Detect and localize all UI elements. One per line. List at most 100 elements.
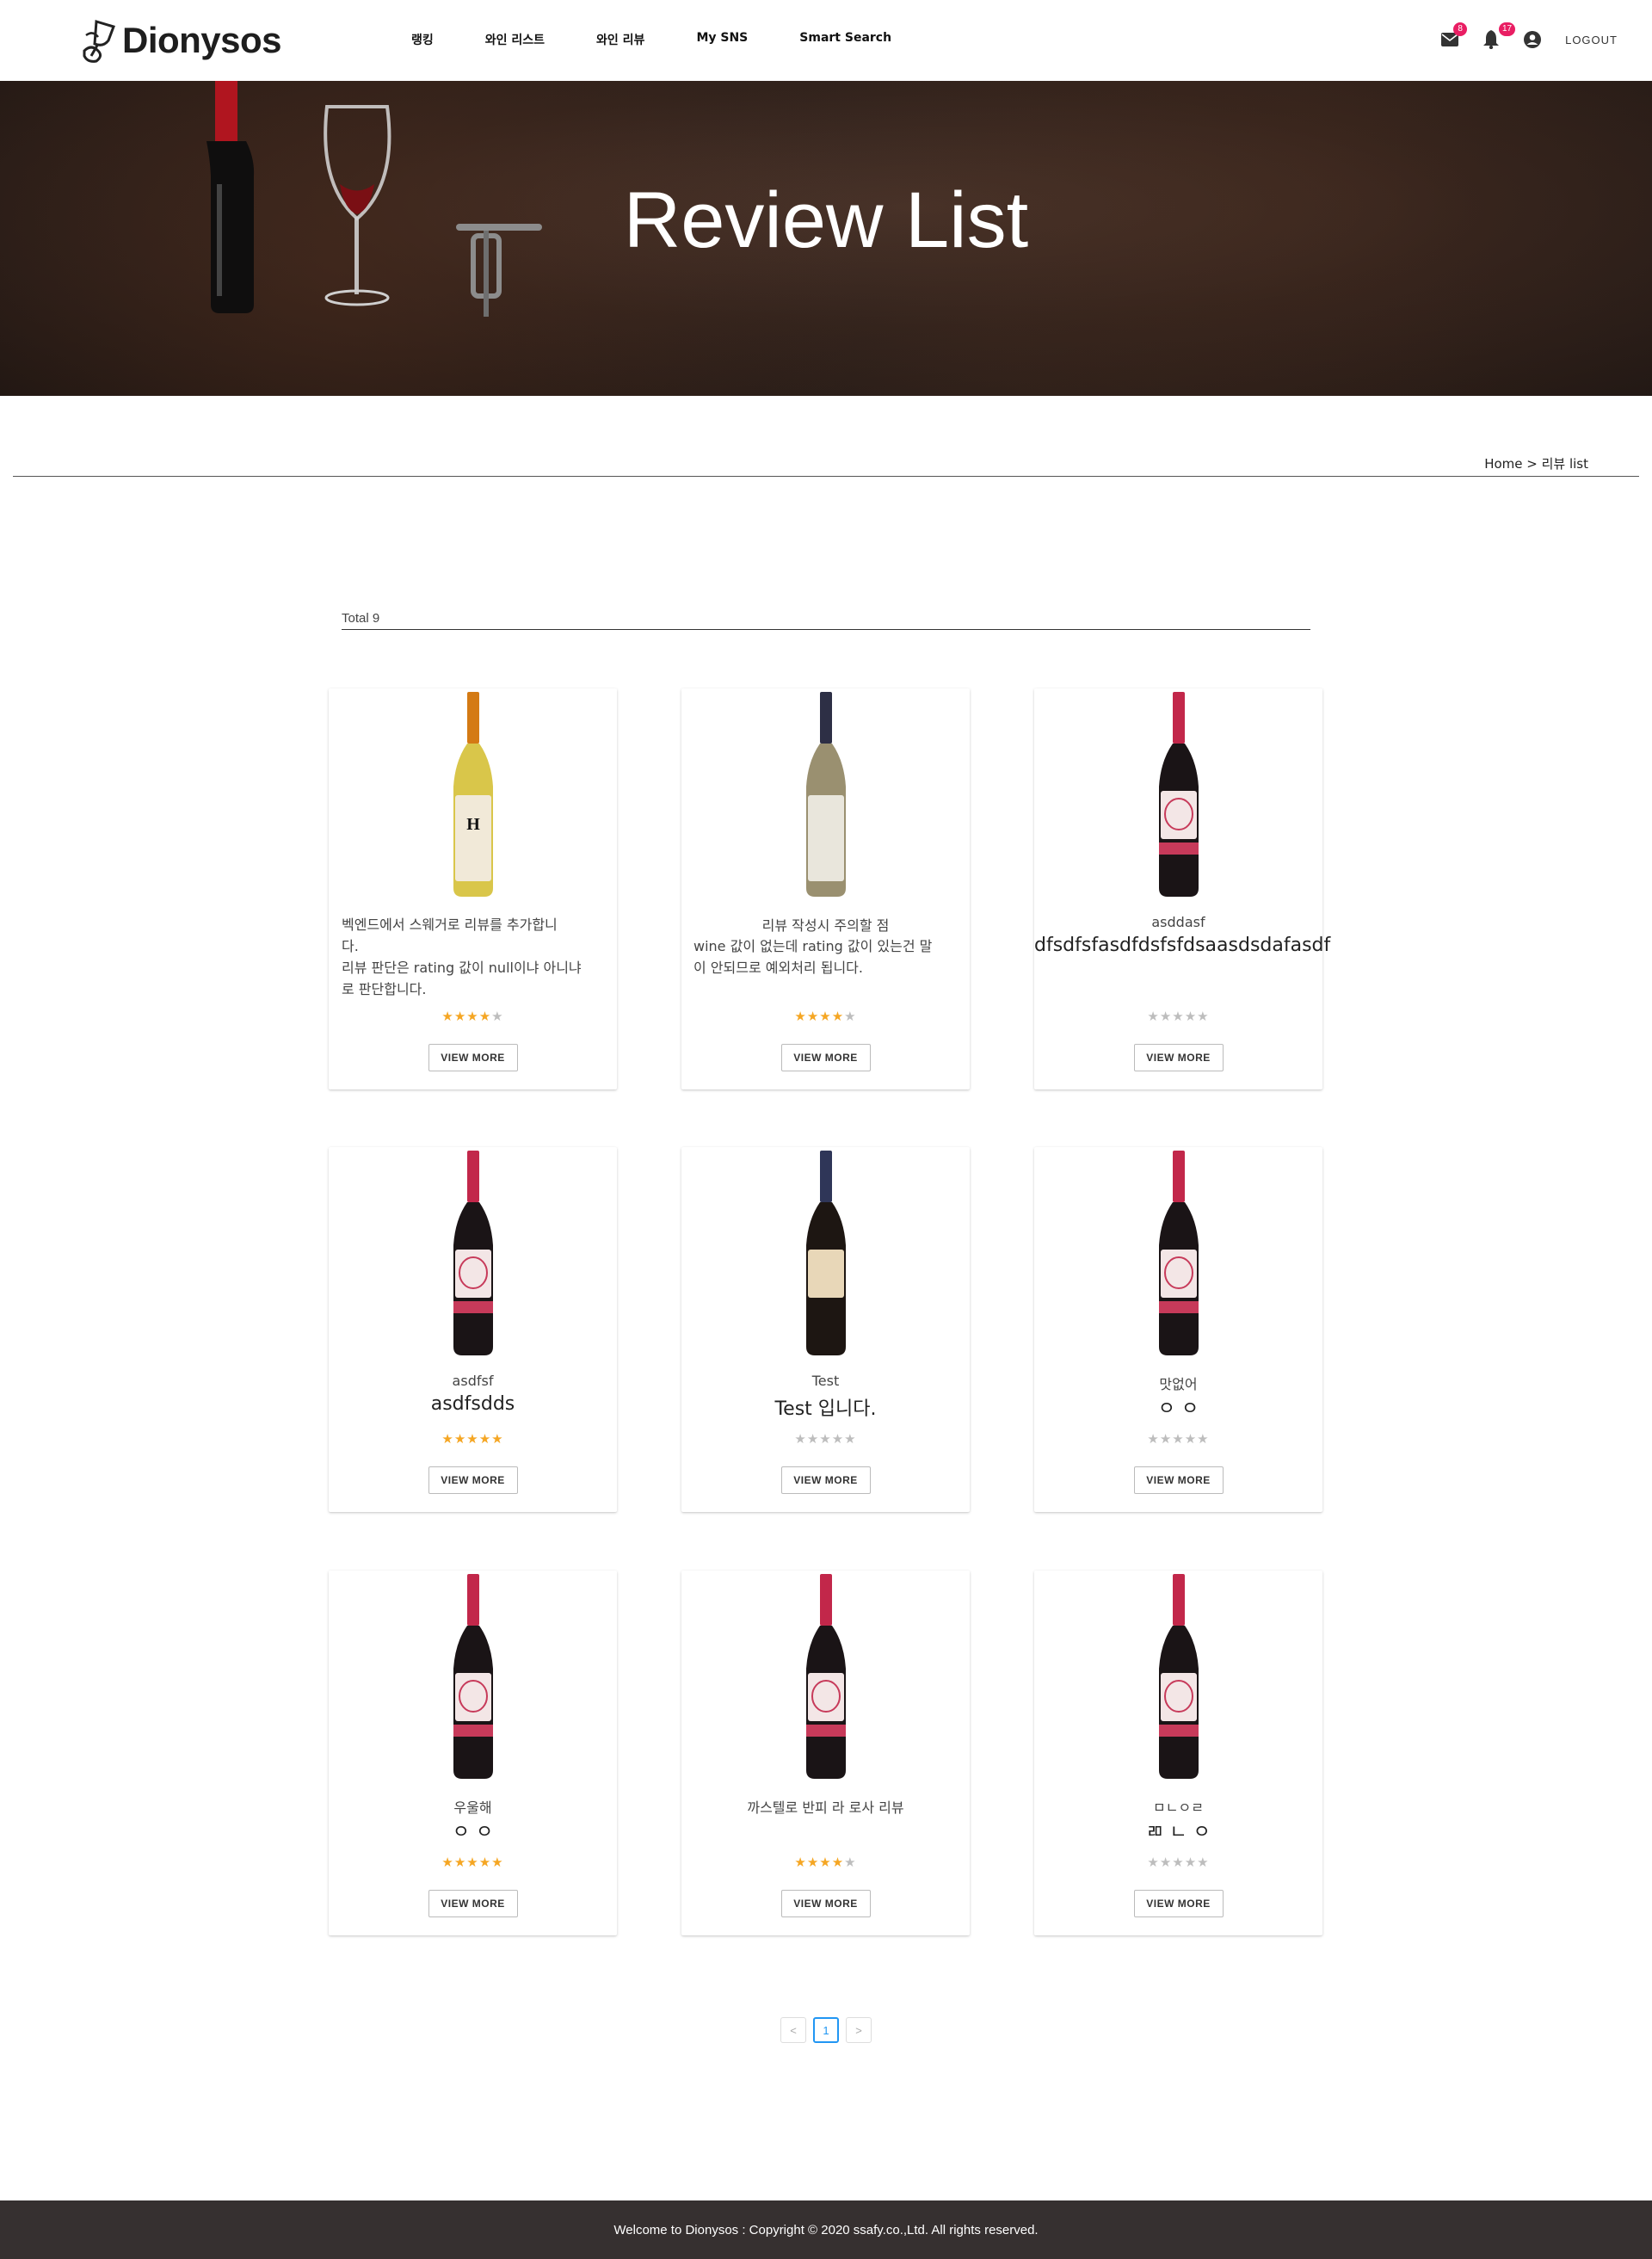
view-more-button[interactable]: VIEW MORE	[1133, 1890, 1224, 1917]
star-icon: ★	[491, 1432, 504, 1447]
review-title: asddasf	[1151, 914, 1205, 930]
review-card[interactable]: 리뷰 작성시 주의할 점 wine 값이 없는데 rating 값이 있는건 말이…	[681, 688, 970, 1089]
nav-smart-search[interactable]: Smart Search	[799, 31, 891, 48]
review-card[interactable]: asddasf dfsdfsfasdfdsfsfdsaasdsdafasdf ★★★…	[1034, 688, 1331, 1089]
bell-icon	[1483, 30, 1500, 49]
star-icon: ★	[1197, 1855, 1210, 1870]
star-icon: ★	[491, 1855, 504, 1870]
page-button-1[interactable]: 1	[813, 2017, 839, 2043]
review-card[interactable]: 우울해 ㅇ ㅇ ★★★★★ VIEW MORE	[329, 1571, 617, 1935]
star-icon: ★	[794, 1009, 807, 1024]
footer: Welcome to Dionysos : Copyright © 2020 s…	[0, 2200, 1652, 2259]
star-icon: ★	[831, 1855, 845, 1870]
review-title: ㅁㄴㅇㄹ	[1153, 1799, 1204, 1816]
rating-stars: ★★★★★	[681, 1431, 970, 1447]
total-divider	[342, 629, 1310, 630]
view-more-button[interactable]: VIEW MORE	[428, 1044, 518, 1071]
wine-bottle-image	[453, 1151, 493, 1355]
review-content: Test 입니다.	[774, 1398, 877, 1420]
view-more-button[interactable]: VIEW MORE	[1133, 1044, 1224, 1071]
rating-stars: ★★★★★	[1034, 1855, 1322, 1870]
nav-ranking[interactable]: 랭킹	[411, 31, 434, 48]
logout-button[interactable]: LOGOUT	[1565, 34, 1618, 46]
review-body-line: 이 안되므로 예외처리 됩니다.	[693, 960, 863, 976]
navbar: Dionysos 랭킹 와인 리스트 와인 리뷰 My SNS Smart Se…	[0, 0, 1652, 81]
review-body: 벡엔드에서 스웨거로 리뷰를 추가합니 다. 리뷰 판단은 rating 값이 nu…	[342, 914, 582, 1000]
mail-button[interactable]: 8	[1434, 22, 1468, 55]
view-more-button[interactable]: VIEW MORE	[1133, 1466, 1224, 1494]
nav-actions: 8 17 LOGOUT	[1427, 22, 1618, 55]
wine-bottle	[796, 692, 856, 903]
review-card[interactable]: 맛없어 ㅇ ㅇ ★★★★★ VIEW MORE	[1034, 1147, 1322, 1512]
star-icon: ★	[844, 1009, 857, 1024]
review-body: wine 값이 없는데 rating 값이 있는건 말이 안되므로 예외처리 됩…	[693, 935, 932, 978]
review-body-line: 리뷰 판단은 rating 값이 null이냐 아니냐	[342, 960, 582, 976]
notification-badge: 17	[1498, 22, 1516, 36]
account-button[interactable]	[1517, 24, 1548, 55]
view-more-button[interactable]: VIEW MORE	[428, 1466, 518, 1494]
star-icon: ★	[453, 1855, 467, 1870]
nav-wine-review[interactable]: 와인 리뷰	[596, 31, 644, 48]
star-icon: ★	[819, 1432, 832, 1447]
star-icon: ★	[819, 1009, 832, 1024]
star-icon: ★	[478, 1855, 492, 1870]
rating-stars: ★★★★★	[329, 1431, 617, 1447]
wine-bottle-image	[1158, 1574, 1199, 1779]
star-icon: ★	[1197, 1432, 1210, 1447]
review-title: 까스텔로 반피 라 로사 리뷰	[747, 1799, 904, 1816]
review-content: ㅇ ㅇ	[452, 1822, 494, 1843]
star-icon: ★	[794, 1855, 807, 1870]
wine-bottle-image	[805, 1574, 846, 1779]
star-icon: ★	[466, 1432, 479, 1447]
review-card[interactable]: Test Test 입니다. ★★★★★ VIEW MORE	[681, 1147, 970, 1512]
notifications-button[interactable]: 17	[1476, 22, 1516, 55]
review-title: 리뷰 작성시 주의할 점	[761, 917, 890, 934]
review-content: ㅇ ㅇ	[1157, 1398, 1199, 1420]
star-icon: ★	[1184, 1855, 1198, 1870]
star-icon: ★	[806, 1432, 820, 1447]
view-more-button[interactable]: VIEW MORE	[780, 1890, 871, 1917]
svg-text:H: H	[466, 815, 480, 834]
star-icon: ★	[806, 1855, 820, 1870]
star-icon: ★	[453, 1009, 467, 1024]
wine-bottle-image	[805, 692, 846, 897]
review-card[interactable]: 까스텔로 반피 라 로사 리뷰 ★★★★★ VIEW MORE	[681, 1571, 970, 1935]
star-icon: ★	[491, 1009, 504, 1024]
wine-bottle	[443, 1574, 503, 1785]
brand-logo[interactable]: Dionysos	[79, 15, 282, 65]
breadcrumb-divider	[13, 476, 1639, 477]
rating-stars: ★★★★★	[329, 1009, 617, 1024]
review-content: asdfsdds	[430, 1393, 515, 1415]
review-title: 우울해	[453, 1799, 492, 1816]
wine-bottle	[796, 1151, 856, 1361]
star-icon: ★	[1159, 1855, 1173, 1870]
account-circle-icon	[1524, 31, 1542, 48]
view-more-button[interactable]: VIEW MORE	[780, 1466, 871, 1494]
star-icon: ★	[466, 1009, 479, 1024]
star-icon: ★	[1147, 1432, 1160, 1447]
star-icon: ★	[1197, 1009, 1210, 1024]
star-icon: ★	[1159, 1432, 1173, 1447]
nav-wine-list[interactable]: 와인 리스트	[485, 31, 545, 48]
review-content: dfsdfsfasdfdsfsfdsaasdsdafasdf	[1034, 935, 1331, 956]
review-card[interactable]: ㅁㄴㅇㄹㄻ ㄴ ㅇ ★★★★★ VIEW MORE	[1034, 1571, 1322, 1935]
star-icon: ★	[819, 1855, 832, 1870]
review-card[interactable]: H 벡엔드에서 스웨거로 리뷰를 추가합니 다. 리뷰 판단은 rating 값이 n…	[329, 688, 617, 1089]
star-icon: ★	[1147, 1855, 1160, 1870]
view-more-button[interactable]: VIEW MORE	[780, 1044, 871, 1071]
prev-page-button[interactable]: <	[780, 2017, 806, 2043]
review-card[interactable]: asdfsf asdfsdds ★★★★★ VIEW MORE	[329, 1147, 617, 1512]
rating-stars: ★★★★★	[681, 1855, 970, 1870]
review-content: ㄻ ㄴ ㅇ	[1146, 1822, 1211, 1843]
view-more-button[interactable]: VIEW MORE	[428, 1890, 518, 1917]
review-title: asdfsf	[452, 1373, 494, 1389]
next-page-button[interactable]: >	[846, 2017, 872, 2043]
nav-my-sns[interactable]: My SNS	[696, 31, 748, 48]
star-icon: ★	[1184, 1432, 1198, 1447]
star-icon: ★	[453, 1432, 467, 1447]
star-icon: ★	[478, 1432, 492, 1447]
hero-title-text: Review List	[623, 176, 1029, 264]
rating-stars: ★★★★★	[681, 1009, 970, 1024]
breadcrumb: Home > 리뷰 list	[1484, 456, 1588, 472]
wine-bottle-image	[453, 1574, 493, 1779]
